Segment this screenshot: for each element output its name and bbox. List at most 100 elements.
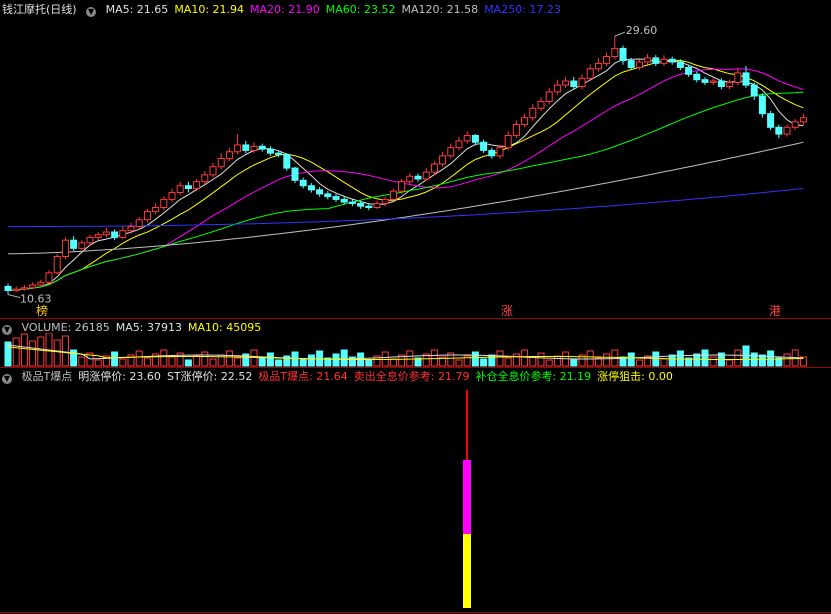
candle bbox=[234, 134, 242, 155]
candle bbox=[242, 140, 250, 154]
volume-bar bbox=[783, 353, 791, 367]
candle-body bbox=[111, 231, 119, 238]
candle-body bbox=[734, 72, 742, 83]
volume-bar bbox=[94, 359, 102, 367]
candle-body bbox=[685, 66, 693, 75]
candle-body bbox=[611, 47, 619, 58]
candle-body bbox=[529, 107, 537, 119]
candle bbox=[545, 87, 553, 105]
volume-bar bbox=[29, 340, 37, 367]
high-pointer bbox=[614, 31, 625, 37]
candle-body bbox=[53, 255, 61, 274]
candle-body bbox=[340, 198, 348, 203]
candle-body bbox=[652, 57, 660, 64]
candle-body bbox=[447, 147, 455, 157]
candle-body bbox=[316, 189, 324, 195]
candle bbox=[693, 71, 701, 83]
chevron-down-icon[interactable]: ▼ bbox=[2, 374, 12, 384]
candle-body bbox=[767, 113, 775, 128]
candle-body bbox=[373, 202, 381, 209]
volume-bar bbox=[709, 356, 717, 367]
volume-bar bbox=[570, 358, 578, 367]
candle bbox=[537, 97, 545, 111]
volume-bar bbox=[332, 353, 340, 367]
candle-body bbox=[37, 281, 45, 286]
indicator-chart[interactable] bbox=[0, 384, 831, 612]
candle bbox=[553, 79, 561, 95]
candle-body bbox=[742, 72, 750, 86]
candle-body bbox=[578, 77, 586, 87]
candle bbox=[414, 173, 422, 182]
indicator-legend-item-6: 涨停狙击: 0.00 bbox=[597, 370, 673, 383]
candle bbox=[4, 283, 12, 295]
candle-body bbox=[102, 231, 110, 236]
candle bbox=[193, 178, 201, 192]
candle bbox=[611, 36, 619, 60]
volume-bar bbox=[529, 356, 537, 367]
candle bbox=[767, 110, 775, 130]
candle bbox=[37, 279, 45, 287]
candle bbox=[799, 113, 807, 125]
candle-body bbox=[545, 91, 553, 102]
candle bbox=[119, 226, 127, 239]
candle bbox=[258, 143, 266, 152]
volume-bar bbox=[611, 349, 619, 367]
candle bbox=[168, 188, 176, 203]
candle bbox=[758, 93, 766, 118]
candle bbox=[217, 153, 225, 170]
price-chart[interactable]: 29.6010.63榜涨港 bbox=[0, 0, 831, 316]
candle-body bbox=[430, 163, 438, 173]
volume-bar bbox=[471, 351, 479, 367]
volume-bar bbox=[603, 353, 611, 367]
volume-bar bbox=[480, 358, 488, 367]
volume-bar bbox=[111, 351, 119, 367]
volume-bar bbox=[406, 350, 414, 367]
volume-bar bbox=[504, 357, 512, 367]
candle-body bbox=[439, 155, 447, 165]
volume-bar bbox=[143, 357, 151, 367]
candle-body bbox=[750, 84, 758, 97]
volume-bar bbox=[209, 358, 217, 367]
candle-body bbox=[152, 207, 160, 213]
candle-body bbox=[627, 60, 635, 68]
volume-bar bbox=[201, 351, 209, 367]
candle bbox=[726, 79, 734, 90]
candle-body bbox=[594, 62, 602, 70]
candle bbox=[316, 187, 324, 197]
candle-body bbox=[701, 79, 709, 83]
candle-body bbox=[676, 61, 684, 68]
candle bbox=[373, 200, 381, 209]
candle-body bbox=[86, 236, 94, 244]
candle-body bbox=[217, 158, 225, 168]
candle bbox=[750, 82, 758, 101]
volume-chart[interactable] bbox=[0, 333, 831, 367]
candle-body bbox=[562, 80, 570, 86]
candle-body bbox=[78, 242, 86, 249]
candle bbox=[652, 55, 660, 67]
candle-body bbox=[471, 134, 479, 143]
volume-bar bbox=[512, 353, 520, 367]
candle-body bbox=[143, 211, 151, 221]
candle bbox=[398, 178, 406, 194]
candle bbox=[266, 146, 274, 156]
indicator-legend-item-5: 补仓全息价参考: 21.19 bbox=[475, 370, 592, 383]
candle bbox=[594, 57, 602, 72]
candle bbox=[111, 229, 119, 241]
candle bbox=[709, 78, 717, 86]
candle bbox=[201, 170, 209, 185]
candle bbox=[176, 181, 184, 196]
candle bbox=[184, 181, 192, 193]
candle bbox=[504, 131, 512, 151]
volume-bar bbox=[635, 359, 643, 367]
candle bbox=[70, 236, 78, 252]
candle-body bbox=[12, 288, 20, 291]
candle bbox=[439, 151, 447, 167]
volume-bar bbox=[193, 355, 201, 367]
candle bbox=[775, 124, 783, 139]
volume-bar bbox=[250, 349, 258, 367]
candle-body bbox=[504, 134, 512, 149]
indicator-legend-item-1: 明涨停价: 23.60 bbox=[78, 370, 161, 383]
candle bbox=[586, 64, 594, 82]
candle bbox=[480, 139, 488, 154]
volume-bar bbox=[291, 351, 299, 367]
